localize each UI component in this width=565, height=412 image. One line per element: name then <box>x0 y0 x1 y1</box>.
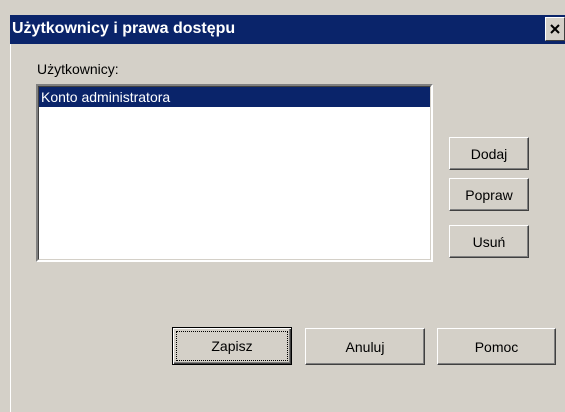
help-button[interactable]: Pomoc <box>437 328 556 365</box>
close-icon <box>550 24 560 34</box>
users-dialog: Użytkownicy i prawa dostępu Użytkownicy:… <box>0 0 565 412</box>
close-button[interactable] <box>545 17 565 41</box>
users-listbox-inner: Konto administratora <box>38 86 431 260</box>
list-item[interactable]: Konto administratora <box>39 87 430 107</box>
users-label: Użytkownicy: <box>37 61 119 77</box>
users-listbox[interactable]: Konto administratora <box>36 84 433 262</box>
edit-button[interactable]: Popraw <box>449 178 529 211</box>
cancel-button[interactable]: Anuluj <box>305 328 425 365</box>
delete-button[interactable]: Usuń <box>449 225 529 258</box>
save-button[interactable]: Zapisz <box>172 327 292 365</box>
window-title: Użytkownicy i prawa dostępu <box>12 20 236 37</box>
title-bar[interactable]: Użytkownicy i prawa dostępu <box>10 15 565 44</box>
focus-rectangle <box>176 331 288 361</box>
add-button[interactable]: Dodaj <box>449 137 529 170</box>
